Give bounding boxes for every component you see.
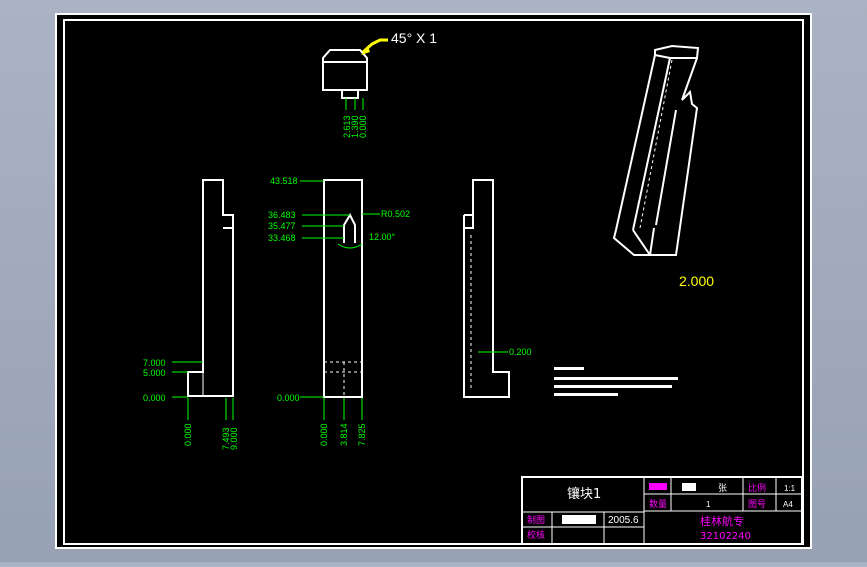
left-label-1: 7.000 xyxy=(143,358,166,368)
part-name: 镶块1 xyxy=(567,486,601,502)
left-bottom-1: 0.000 xyxy=(183,423,193,446)
top-label-3: 0.000 xyxy=(358,115,368,138)
center-label-1: 43.518 xyxy=(270,176,298,186)
left-label-2: 5.000 xyxy=(143,368,166,378)
qty-value: 1 xyxy=(706,500,711,509)
center-bottom-2: 3.814 xyxy=(339,423,349,446)
cad-viewport: 45° X 1 2.613 1.390 0.000 7.000 5.000 0.… xyxy=(0,0,867,562)
class-number: 32102240 xyxy=(700,531,751,542)
sheet-label: 张 xyxy=(718,483,727,494)
drawn-date: 2005.6 xyxy=(608,515,639,526)
drawn-label: 制图 xyxy=(527,514,545,526)
drawing-canvas[interactable]: 45° X 1 2.613 1.390 0.000 7.000 5.000 0.… xyxy=(0,0,867,562)
center-bottom-1: 0.000 xyxy=(319,423,329,446)
school-name: 桂林航专 xyxy=(700,514,744,528)
ratio-value: 1:1 xyxy=(784,484,796,493)
left-label-3: 0.000 xyxy=(143,393,166,403)
radius-label: R0.502 xyxy=(381,209,410,219)
drawn-by-name xyxy=(562,515,596,524)
left-bottom-3: 9.000 xyxy=(229,427,239,450)
drawing-no: A4 xyxy=(783,500,793,509)
chamfer-text: 45° X 1 xyxy=(391,30,437,46)
qty-label: 数量 xyxy=(649,498,667,510)
sheet-prefix xyxy=(682,483,696,491)
material-label xyxy=(649,483,667,490)
angle-label: 12.00° xyxy=(369,232,396,242)
center-label-2: 36.483 xyxy=(268,210,296,220)
center-label-3: 35.477 xyxy=(268,221,296,231)
checked-label: 校核 xyxy=(527,529,545,541)
right-label: 0.200 xyxy=(509,347,532,357)
ratio-label: 比例 xyxy=(748,482,766,494)
center-bottom-3: 7.825 xyxy=(357,423,367,446)
drawing-no-label: 图号 xyxy=(748,499,766,510)
center-label-4: 33.468 xyxy=(268,233,296,243)
center-label-5: 0.000 xyxy=(277,393,300,403)
scale-label: 2.000 xyxy=(679,273,714,289)
